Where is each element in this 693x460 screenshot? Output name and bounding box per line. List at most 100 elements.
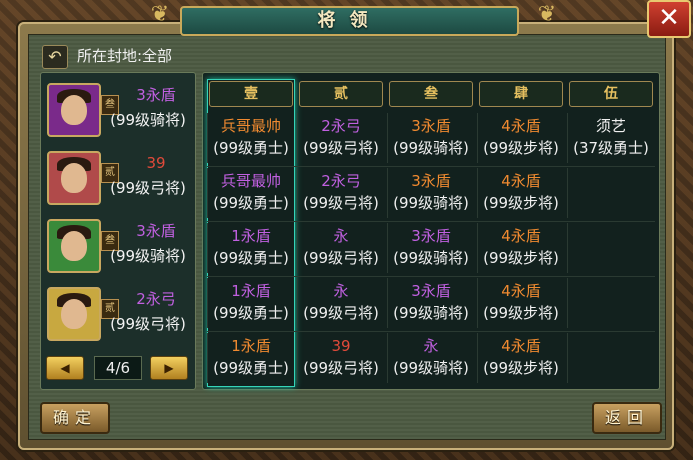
slot-level: (99级步将)	[483, 139, 559, 157]
row-divider	[207, 276, 655, 277]
slot-level: (99级步将)	[483, 194, 559, 212]
slot-level: (99级步将)	[483, 249, 559, 267]
formation-slot[interactable]: 1永盾 (99级勇士)	[207, 223, 294, 273]
formation-slot[interactable]: 4永盾 (99级步将)	[477, 278, 564, 328]
slot-level: (99级骑将)	[393, 139, 469, 157]
formation-slot[interactable]: 3永盾 (99级骑将)	[387, 113, 474, 163]
formation-slot[interactable]	[567, 278, 654, 328]
formation-slot[interactable]: 2永弓 (99级弓将)	[297, 168, 384, 218]
formation-slot[interactable]: 2永弓 (99级弓将)	[297, 113, 384, 163]
general-entry[interactable]: 贰 39 (99级弓将)	[41, 147, 195, 215]
slot-troops: 4永盾	[501, 172, 541, 190]
slot-troops: 兵哥最帅	[220, 117, 281, 135]
slot-level: (99级弓将)	[303, 194, 379, 212]
slot-troops: 兵哥最帅	[220, 172, 281, 190]
back-button[interactable]: 返回	[592, 402, 662, 434]
formation-slot[interactable]: 永 (99级骑将)	[387, 333, 474, 383]
formation-slot[interactable]	[567, 333, 654, 383]
row-divider	[207, 166, 655, 167]
slot-troops: 1永盾	[231, 337, 271, 355]
general-portrait-icon[interactable]	[47, 219, 101, 273]
column-header: 肆	[479, 81, 563, 107]
slot-troops: 1永盾	[231, 227, 271, 245]
slot-troops: 4永盾	[501, 227, 541, 245]
slot-troops: 4永盾	[501, 282, 541, 300]
formation-slot[interactable]: 4永盾 (99级步将)	[477, 113, 564, 163]
slot-troops: 1永盾	[231, 282, 271, 300]
formation-slot[interactable]: 3永盾 (99级骑将)	[387, 278, 474, 328]
formation-slot[interactable]	[567, 223, 654, 273]
general-list-panel: 叁 3永盾 (99级骑将) 贰 39 (99级弓将) 叁 3永盾 (99级骑将) 贰 2永弓 (99级…	[40, 72, 196, 390]
general-entry[interactable]: 贰 2永弓 (99级弓将)	[41, 283, 195, 351]
slot-level: (99级勇士)	[213, 194, 289, 212]
slot-troops: 永	[333, 227, 349, 245]
slot-troops: 39	[331, 337, 351, 355]
slot-troops: 2永弓	[321, 172, 361, 190]
slot-troops: 3永盾	[411, 282, 451, 300]
slot-level: (99级骑将)	[393, 194, 469, 212]
general-level: (99级弓将)	[110, 179, 186, 197]
formation-slot[interactable]: 39 (99级弓将)	[297, 333, 384, 383]
row-divider	[207, 221, 655, 222]
slot-level: (99级勇士)	[213, 139, 289, 157]
slot-level: (99级弓将)	[303, 304, 379, 322]
slot-level: (99级勇士)	[213, 249, 289, 267]
general-level: (99级骑将)	[110, 247, 186, 265]
return-arrow-icon[interactable]: ↶	[42, 45, 68, 69]
formation-slot[interactable]: 须艺 (37级勇士)	[567, 113, 654, 163]
formation-grid: 壹贰叁肆伍兵哥最帅 (99级勇士) 2永弓 (99级弓将) 3永盾 (99级骑将) 4永盾 (…	[202, 72, 660, 390]
general-portrait-icon[interactable]	[47, 83, 101, 137]
general-troops: 2永弓	[136, 290, 176, 308]
prev-page-button[interactable]: ◀	[46, 356, 84, 380]
formation-slot[interactable]	[567, 168, 654, 218]
slot-level: (99级骑将)	[393, 359, 469, 377]
title-ornament-left-icon: ❦	[150, 2, 170, 27]
formation-slot[interactable]: 永 (99级弓将)	[297, 278, 384, 328]
general-troops: 3永盾	[136, 222, 176, 240]
column-header: 伍	[569, 81, 653, 107]
confirm-button[interactable]: 确定	[40, 402, 110, 434]
slot-level: (99级步将)	[483, 304, 559, 322]
slot-level: (99级弓将)	[303, 249, 379, 267]
formation-slot[interactable]: 4永盾 (99级步将)	[477, 223, 564, 273]
general-portrait-icon[interactable]	[47, 151, 101, 205]
slot-level: (99级骑将)	[393, 249, 469, 267]
general-level: (99级骑将)	[110, 111, 186, 129]
fief-filter-label[interactable]: 所在封地:全部	[77, 44, 172, 68]
column-header: 叁	[389, 81, 473, 107]
formation-slot[interactable]: 兵哥最帅 (99级勇士)	[207, 168, 294, 218]
general-level: (99级弓将)	[110, 315, 186, 333]
slot-level: (99级弓将)	[303, 139, 379, 157]
formation-slot[interactable]: 3永盾 (99级骑将)	[387, 223, 474, 273]
title-ornament-right-icon: ❦	[537, 2, 557, 27]
formation-slot[interactable]: 1永盾 (99级勇士)	[207, 333, 294, 383]
column-header: 壹	[209, 81, 293, 107]
slot-level: (99级步将)	[483, 359, 559, 377]
formation-slot[interactable]: 永 (99级弓将)	[297, 223, 384, 273]
formation-slot[interactable]: 3永盾 (99级骑将)	[387, 168, 474, 218]
general-entry[interactable]: 叁 3永盾 (99级骑将)	[41, 215, 195, 283]
slot-level: (99级勇士)	[213, 304, 289, 322]
title-bar: 将领	[180, 6, 519, 36]
formation-slot[interactable]: 兵哥最帅 (99级勇士)	[207, 113, 294, 163]
general-troops: 39	[146, 154, 166, 172]
general-portrait-icon[interactable]	[47, 287, 101, 341]
formation-slot[interactable]: 1永盾 (99级勇士)	[207, 278, 294, 328]
slot-level: (37级勇士)	[573, 139, 649, 157]
dialog-title: 将领	[317, 10, 382, 31]
formation-slot[interactable]: 4永盾 (99级步将)	[477, 168, 564, 218]
close-button[interactable]: ✕	[647, 0, 691, 38]
column-header: 贰	[299, 81, 383, 107]
slot-troops: 3永盾	[411, 227, 451, 245]
slot-level: (99级弓将)	[303, 359, 379, 377]
general-entry[interactable]: 叁 3永盾 (99级骑将)	[41, 79, 195, 147]
next-page-button[interactable]: ▶	[150, 356, 188, 380]
formation-slot[interactable]: 4永盾 (99级步将)	[477, 333, 564, 383]
slot-level: (99级勇士)	[213, 359, 289, 377]
slot-troops: 永	[423, 337, 439, 355]
slot-troops: 4永盾	[501, 117, 541, 135]
slot-troops: 须艺	[595, 117, 626, 135]
slot-troops: 2永弓	[321, 117, 361, 135]
pager: ◀ 4/6 ▶	[46, 356, 188, 380]
slot-level: (99级骑将)	[393, 304, 469, 322]
